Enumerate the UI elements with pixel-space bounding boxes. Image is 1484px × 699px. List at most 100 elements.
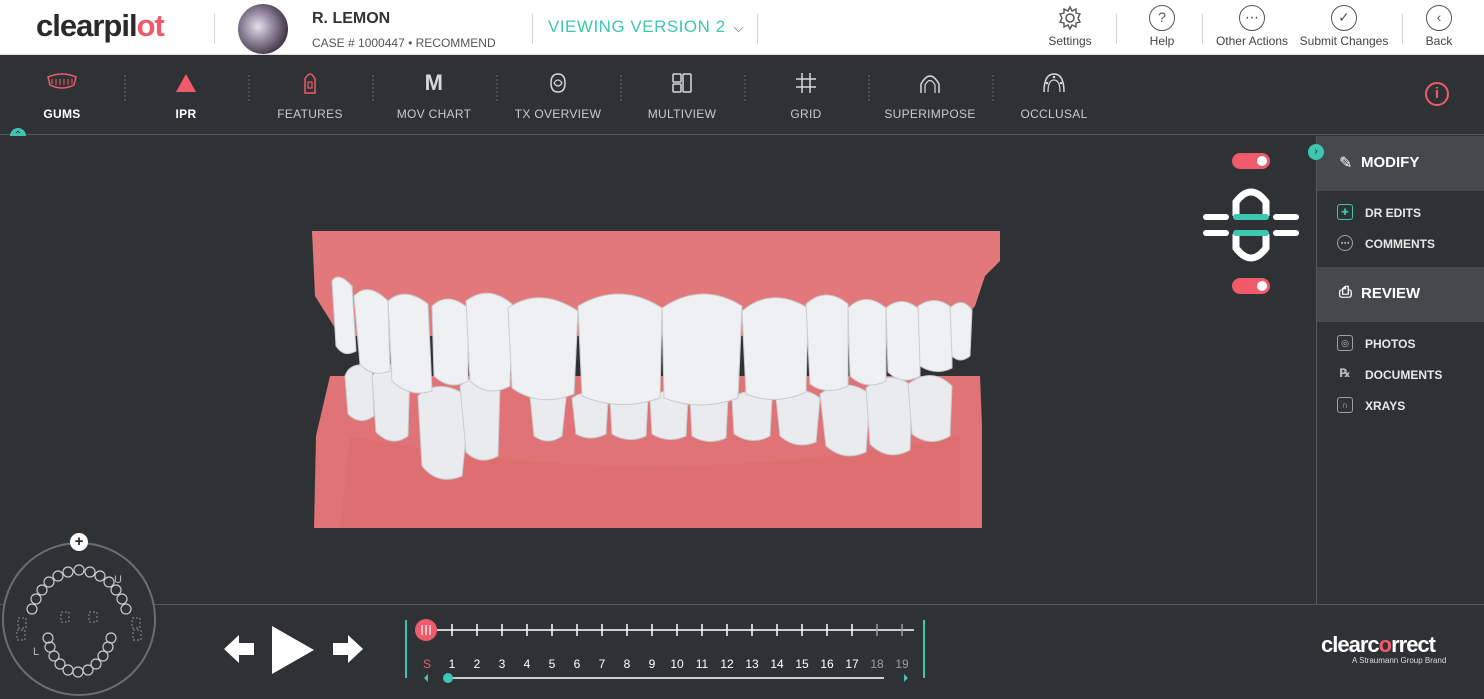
step-label[interactable]: 8 (617, 657, 637, 671)
lower-arch-toggle[interactable] (1232, 278, 1270, 294)
upper-arch-toggle[interactable] (1232, 153, 1270, 169)
step-label[interactable]: 6 (567, 657, 587, 671)
other-actions-button[interactable]: ⋯ Other Actions (1212, 5, 1292, 48)
ipr-triangle-icon (131, 71, 241, 95)
modify-section-header[interactable]: ✎ MODIFY (1317, 136, 1484, 191)
logo-accent: ot (136, 8, 165, 43)
patient-avatar (238, 4, 288, 54)
version-dropdown[interactable]: VIEWING VERSION 2 ⌵ (548, 17, 744, 37)
photo-icon: ◎ (1337, 335, 1353, 351)
divider (124, 75, 126, 101)
rx-icon: ℞ (1339, 366, 1351, 380)
case-number: CASE # 1000447 • RECOMMEND (312, 36, 496, 50)
tool-ipr[interactable]: IPR (131, 71, 241, 121)
arrow-left-icon (224, 635, 254, 663)
other-actions-label: Other Actions (1215, 34, 1289, 48)
step-label[interactable]: 1 (442, 657, 462, 671)
divider (1116, 14, 1117, 44)
sidepanel-item-label: XRAYS (1365, 399, 1406, 413)
dr-edits-icon: ✚ (1337, 204, 1353, 220)
divider (868, 75, 870, 101)
help-icon: ? (1149, 5, 1175, 31)
tool-grid[interactable]: GRID (751, 71, 861, 121)
sidepanel-item-documents[interactable]: ℞ DOCUMENTS (1317, 359, 1484, 390)
grid-icon (751, 71, 861, 95)
play-button[interactable] (270, 624, 316, 681)
step-label[interactable]: 15 (792, 657, 812, 671)
sidepanel-item-xrays[interactable]: ∩ XRAYS (1317, 390, 1484, 421)
help-label: Help (1149, 34, 1175, 48)
step-start-label[interactable]: S (417, 657, 437, 671)
expand-arch-map-button[interactable]: + (70, 533, 88, 551)
step-label[interactable]: 16 (817, 657, 837, 671)
mov-chart-icon: M (379, 70, 489, 95)
tool-multiview[interactable]: MULTIVIEW (627, 71, 737, 121)
step-label[interactable]: 7 (592, 657, 612, 671)
tool-label: TX OVERVIEW (514, 107, 602, 121)
pencil-icon: ✎ (1339, 155, 1353, 172)
view-toolbar: GUMS IPR FEATURES M MOV CHART TX OVERVIE… (0, 55, 1484, 135)
divider (620, 75, 622, 101)
tool-superimpose[interactable]: SUPERIMPOSE (875, 71, 985, 121)
step-label[interactable]: 13 (742, 657, 762, 671)
divider (248, 75, 250, 101)
divider (992, 75, 994, 101)
occlusion-icon[interactable] (1200, 180, 1302, 275)
step-label[interactable]: 18 (867, 657, 887, 671)
sidepanel-item-dr-edits[interactable]: ✚ DR EDITS (1317, 197, 1484, 228)
tool-label: GRID (790, 107, 822, 121)
mov-chart-glyph: M (424, 70, 444, 95)
step-label[interactable]: 4 (517, 657, 537, 671)
step-label[interactable]: 14 (767, 657, 787, 671)
info-icon[interactable]: i (1425, 82, 1449, 106)
side-panel: ✎ MODIFY ✚ DR EDITS ⋯ COMMENTS ⎙ REVIEW … (1316, 136, 1484, 604)
step-label[interactable]: 3 (492, 657, 512, 671)
step-label[interactable]: 2 (467, 657, 487, 671)
collapse-sidepanel-button[interactable]: › (1308, 144, 1324, 160)
sidepanel-item-comments[interactable]: ⋯ COMMENTS (1317, 228, 1484, 259)
divider (372, 75, 374, 101)
features-icon (255, 71, 365, 95)
step-label[interactable]: 17 (842, 657, 862, 671)
patient-name: R. LEMON (312, 10, 391, 27)
step-label[interactable]: 11 (692, 657, 712, 671)
divider (1402, 14, 1403, 44)
sidepanel-item-photos[interactable]: ◎ PHOTOS (1317, 328, 1484, 359)
sidepanel-item-label: PHOTOS (1365, 337, 1416, 351)
modify-label: MODIFY (1361, 154, 1420, 171)
occlusal-icon (999, 71, 1109, 95)
tool-label: SUPERIMPOSE (884, 107, 976, 121)
step-label[interactable]: 12 (717, 657, 737, 671)
step-label[interactable]: 10 (667, 657, 687, 671)
step-label[interactable]: 9 (642, 657, 662, 671)
submit-changes-label: Submit Changes (1299, 34, 1389, 48)
divider (214, 14, 215, 44)
next-step-button[interactable] (331, 632, 365, 671)
sidepanel-item-label: DOCUMENTS (1365, 368, 1443, 382)
settings-button[interactable]: Settings (1042, 5, 1098, 48)
tool-gums[interactable]: GUMS (7, 71, 117, 121)
review-section-header[interactable]: ⎙ REVIEW (1317, 267, 1484, 322)
model-viewport[interactable] (0, 136, 1316, 604)
stage-timeline[interactable] (404, 618, 928, 693)
tool-mov-chart[interactable]: M MOV CHART (379, 70, 489, 121)
clearpilot-logo: clearpilot (36, 8, 165, 43)
tool-label: OCCLUSAL (1020, 107, 1088, 121)
back-button[interactable]: ‹ Back (1414, 5, 1464, 48)
comments-icon: ⋯ (1337, 235, 1353, 251)
tool-tx-overview[interactable]: TX OVERVIEW (503, 71, 613, 121)
previous-step-button[interactable] (222, 632, 256, 671)
tool-occlusal[interactable]: OCCLUSAL (999, 71, 1109, 121)
tool-features[interactable]: FEATURES (255, 71, 365, 121)
submit-changes-button[interactable]: ✓ Submit Changes (1298, 5, 1390, 48)
step-label[interactable]: 19 (892, 657, 912, 671)
gear-icon (1057, 5, 1083, 31)
divider (757, 14, 758, 44)
arch-map[interactable] (2, 542, 156, 696)
help-button[interactable]: ? Help (1134, 5, 1190, 48)
step-label[interactable]: 5 (542, 657, 562, 671)
lower-arch-label: L (33, 646, 40, 658)
review-icon: ⎙ (1339, 284, 1352, 301)
tool-label: MULTIVIEW (647, 107, 717, 121)
tx-overview-icon (503, 71, 613, 95)
